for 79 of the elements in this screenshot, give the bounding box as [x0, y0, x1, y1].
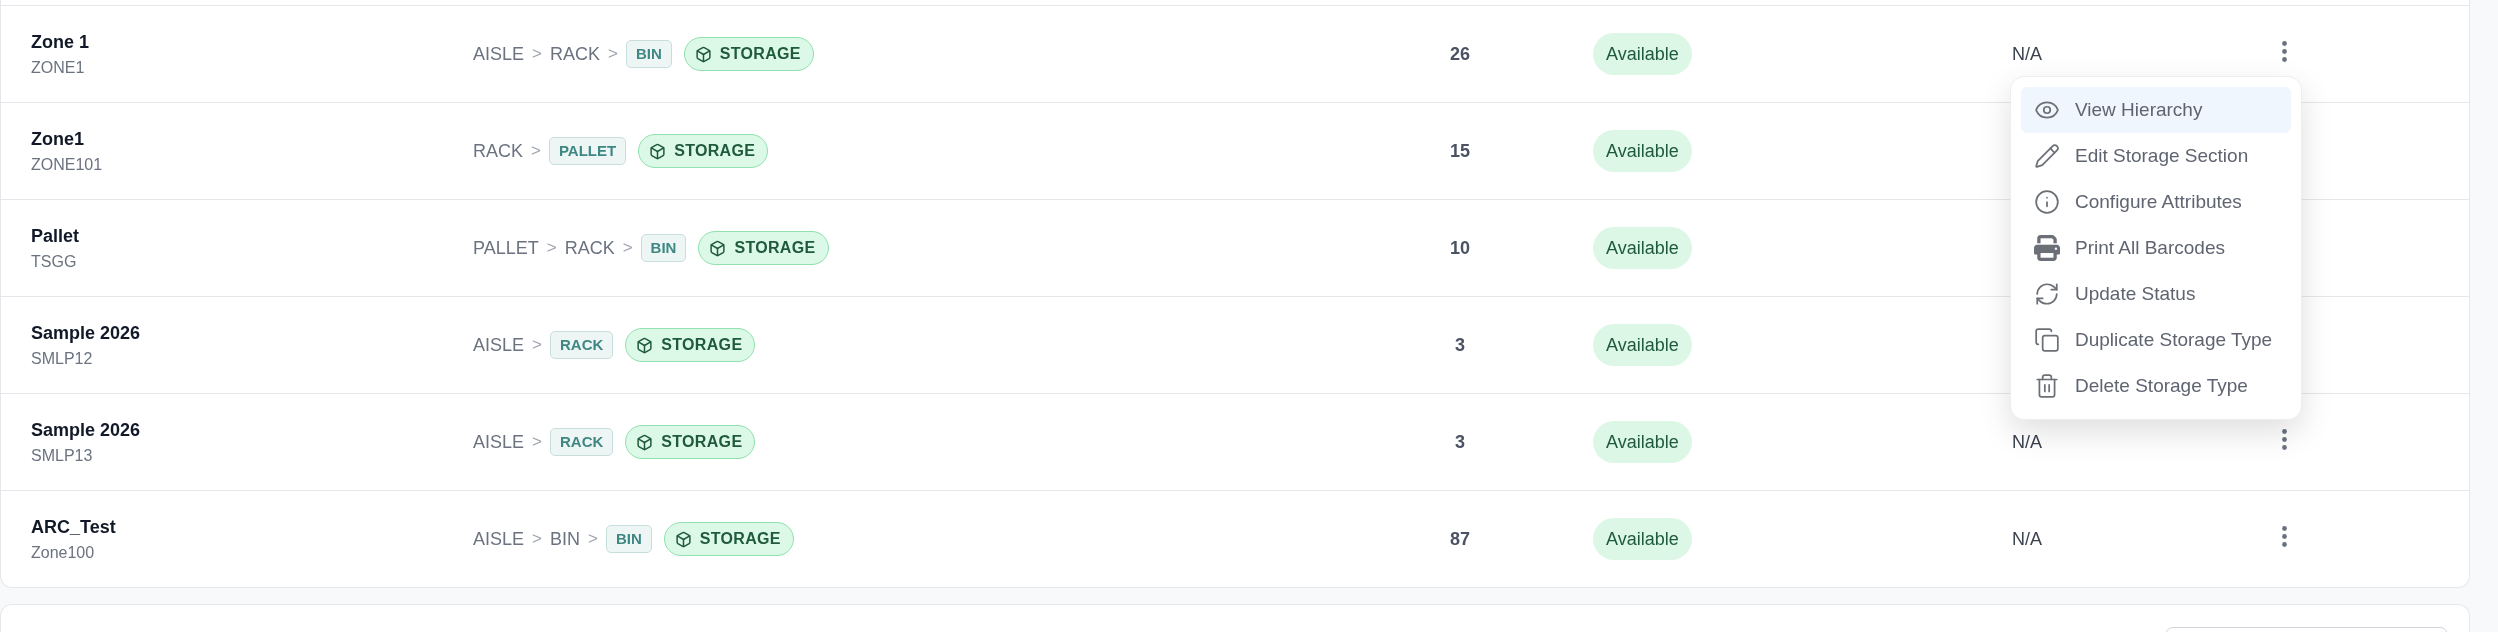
count-value: 15 — [1450, 139, 1470, 163]
path-level: RACK — [473, 139, 523, 163]
pencil-icon — [2034, 143, 2060, 169]
path-separator: > — [532, 431, 542, 454]
level-tag: RACK — [549, 428, 614, 456]
path-level: BIN — [549, 527, 580, 551]
row-subtitle: ZONE1 — [31, 57, 85, 78]
printer-icon — [2034, 235, 2060, 261]
row-subtitle: Zone100 — [31, 542, 95, 563]
count-value: 87 — [1450, 527, 1470, 551]
not-available-text: N/A — [2012, 42, 2042, 66]
row-subtitle: TSGG — [31, 251, 77, 272]
row-title: Pallet — [31, 224, 80, 247]
menu-item[interactable]: Delete Storage Type — [2021, 363, 2291, 409]
type-label: STORAGE — [661, 335, 743, 355]
path-separator: > — [532, 43, 542, 66]
type-label: STORAGE — [719, 44, 801, 64]
copy-icon — [2034, 327, 2060, 353]
row-subtitle: SMLP12 — [31, 348, 93, 369]
count-value: 3 — [1455, 430, 1465, 454]
path-level: AISLE — [473, 333, 525, 357]
menu-item[interactable]: View Hierarchy — [2021, 87, 2291, 133]
status-tag: Available — [1593, 324, 1692, 366]
path-level: AISLE — [473, 42, 525, 66]
path-separator: > — [532, 528, 542, 551]
cube-icon — [694, 45, 712, 63]
not-available-text: N/A — [2012, 527, 2042, 551]
row-title: Sample 2026 — [31, 418, 141, 441]
cube-icon — [636, 336, 654, 354]
path-separator: > — [588, 528, 598, 551]
row-title: Sample 2026 — [31, 321, 141, 344]
path-separator: > — [531, 140, 541, 163]
status-tag: Available — [1593, 33, 1692, 75]
row-subtitle: SMLP13 — [31, 445, 93, 466]
row-subtitle: ZONE101 — [31, 154, 103, 175]
kebab-icon — [2281, 525, 2287, 547]
path-level: RACK — [549, 42, 600, 66]
path-separator: > — [546, 237, 557, 260]
count-value: 10 — [1450, 236, 1470, 260]
refresh-icon — [2034, 281, 2060, 307]
info-icon — [2034, 189, 2060, 215]
menu-item[interactable]: Update Status — [2021, 271, 2291, 317]
path-separator: > — [608, 43, 618, 66]
count-value: 3 — [1455, 333, 1465, 357]
row-title: Zone 1 — [31, 30, 89, 53]
level-tag: BIN — [640, 234, 687, 262]
cube-icon — [709, 239, 727, 257]
level-tag: PALLET — [548, 137, 627, 165]
status-tag: Available — [1593, 518, 1692, 560]
status-tag: Available — [1593, 421, 1692, 463]
type-label: STORAGE — [661, 432, 743, 452]
menu-item[interactable]: Edit Storage Section — [2021, 133, 2291, 179]
cube-icon — [649, 142, 667, 160]
type-label: STORAGE — [699, 529, 781, 549]
level-tag: BIN — [605, 525, 652, 553]
cube-icon — [674, 530, 692, 548]
not-available-text: N/A — [2012, 430, 2042, 454]
path-separator: > — [622, 237, 633, 260]
level-tag: BIN — [625, 40, 672, 68]
trash-icon — [2034, 373, 2060, 399]
menu-item[interactable]: Configure Attributes — [2021, 179, 2291, 225]
path-level: RACK — [564, 236, 615, 260]
row-title: Zone1 — [31, 127, 84, 150]
row-title: ARC_Test — [31, 515, 116, 538]
cube-icon — [636, 433, 654, 451]
count-value: 26 — [1450, 42, 1470, 66]
type-label: STORAGE — [674, 141, 756, 161]
level-tag: RACK — [549, 331, 614, 359]
kebab-icon — [2281, 428, 2287, 450]
menu-item[interactable]: Duplicate Storage Type — [2021, 317, 2291, 363]
path-level: AISLE — [473, 430, 525, 454]
path-level: PALLET — [473, 236, 539, 260]
type-label: STORAGE — [734, 238, 816, 258]
path-level: AISLE — [473, 527, 525, 551]
status-tag: Available — [1593, 130, 1692, 172]
kebab-icon — [2281, 40, 2287, 62]
status-tag: Available — [1593, 227, 1692, 269]
path-separator: > — [532, 334, 542, 357]
menu-item[interactable]: Print All Barcodes — [2021, 225, 2291, 271]
